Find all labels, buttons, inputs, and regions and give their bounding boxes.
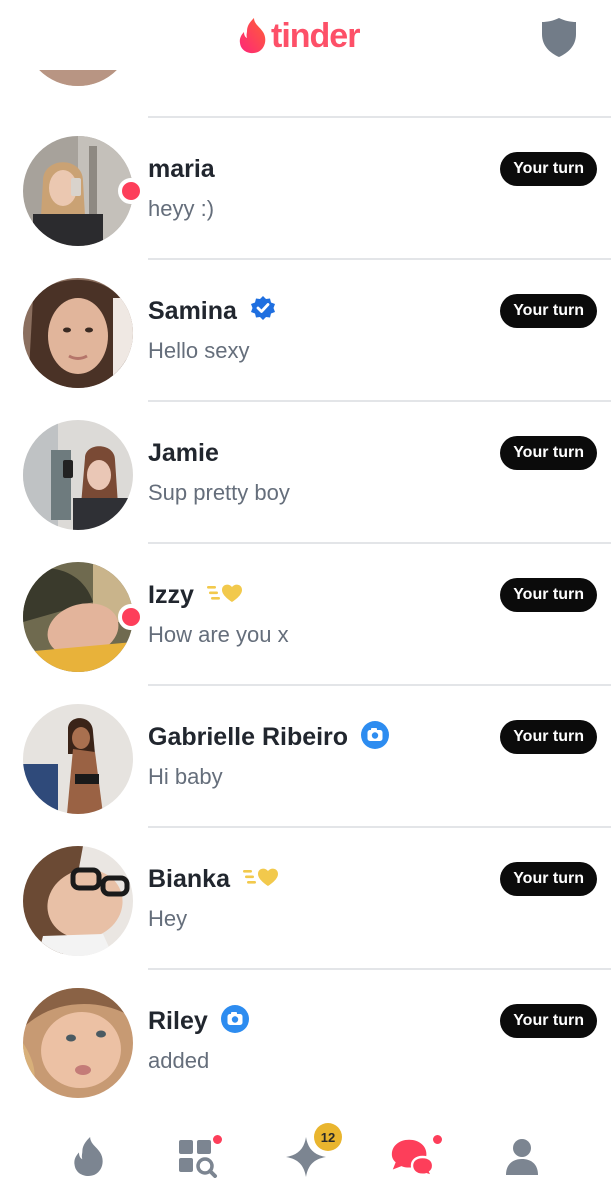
avatar-photo [23,988,133,1098]
last-message: Hi baby [148,764,223,789]
messages-icon [391,1139,435,1179]
match-name: Izzy [148,580,194,609]
match-name: Gabrielle Ribeiro [148,722,349,751]
conversation-row[interactable]: Jamie Sup pretty boy Your turn [0,402,611,544]
app-header: tinder [0,0,611,70]
conversation-row[interactable]: maria heyy :) Your turn [0,118,611,260]
your-turn-badge: Your turn [500,578,597,612]
camera-icon [220,1004,250,1039]
last-message: Sup pretty boy [148,480,290,505]
super-like-heart-icon [242,865,280,894]
avatar[interactable] [23,988,133,1098]
online-indicator [118,604,144,630]
conversation-row[interactable]: Gabrielle Ribeiro Hi baby Your turn [0,686,611,828]
your-turn-badge: Your turn [500,436,597,470]
bottom-nav: 12 [0,1115,611,1200]
avatar[interactable] [23,278,133,388]
avatar[interactable] [23,420,133,530]
last-message: Hello sexy [148,338,250,363]
likes-count-badge: 12 [314,1123,342,1151]
last-message: heyy :) [148,196,215,221]
avatar-photo [23,278,133,388]
avatar-photo [23,562,133,672]
conversation-row[interactable]: Riley added Your turn [0,970,611,1112]
last-message: How are you x [148,622,289,647]
tinder-logo[interactable]: tinder [238,16,360,56]
match-name: Bianka [148,864,230,893]
profile-icon [506,1139,538,1175]
nav-messages[interactable] [388,1133,436,1181]
nav-home[interactable] [65,1133,113,1181]
conversation-row[interactable]: Izzy How are you x Your turn [0,544,611,686]
camera-icon [360,720,390,755]
avatar[interactable] [23,562,133,672]
match-name: Riley [148,1006,208,1035]
match-name: Samina [148,296,237,325]
your-turn-badge: Your turn [500,152,597,186]
flame-icon [74,1137,103,1177]
avatar[interactable] [23,704,133,814]
avatar-photo [23,136,133,246]
explore-notification-dot [213,1135,222,1144]
avatar[interactable] [23,136,133,246]
avatar-photo [23,420,133,530]
brand-wordmark: tinder [271,17,360,55]
last-message: Hey [148,906,188,931]
conversation-row[interactable]: Samina Hello sexy Your turn [0,260,611,402]
match-name: Jamie [148,438,219,467]
last-message: added [148,1048,210,1073]
conversation-row[interactable]: Bianka Hey Your turn [0,828,611,970]
match-name: maria [148,154,215,183]
super-like-heart-icon [206,581,244,610]
verified-check-icon [249,295,277,328]
flame-icon [239,18,266,54]
shield-icon[interactable] [540,16,578,58]
avatar-photo [23,704,133,814]
your-turn-badge: Your turn [500,720,597,754]
your-turn-badge: Your turn [500,1004,597,1038]
avatar-photo [23,846,133,956]
your-turn-badge: Your turn [500,862,597,896]
your-turn-badge: Your turn [500,294,597,328]
explore-icon [179,1140,217,1178]
avatar[interactable] [23,846,133,956]
messages-notification-dot [433,1135,442,1144]
online-indicator [118,178,144,204]
nav-profile[interactable] [498,1133,546,1181]
